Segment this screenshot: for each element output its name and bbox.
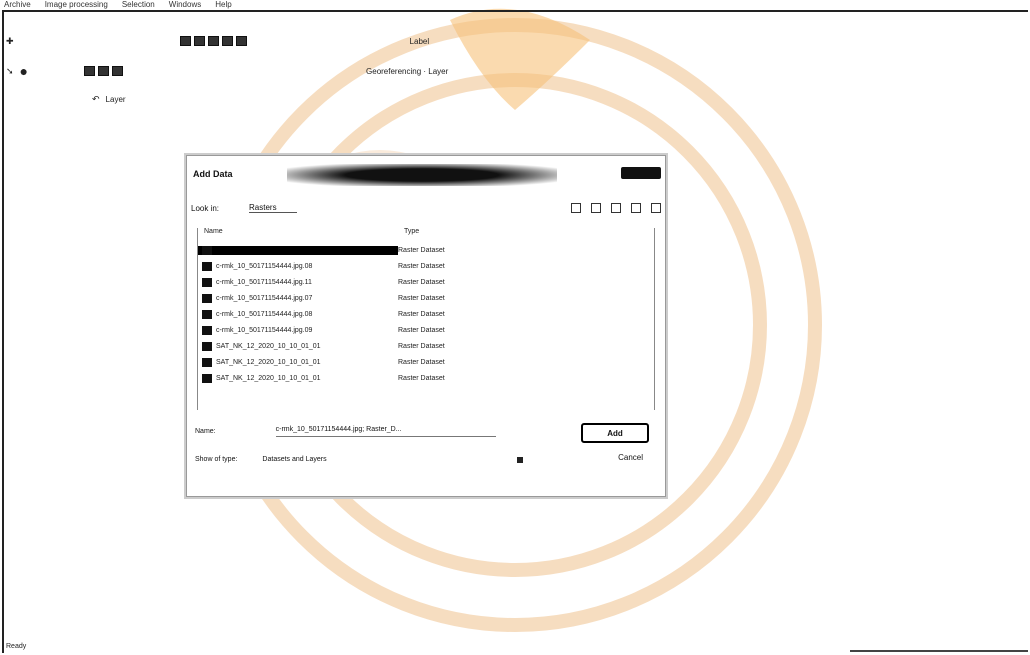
file-name-cell: c-rmk_10_50171154444.jpg.09 — [198, 325, 398, 335]
file-type: Raster Dataset — [398, 310, 445, 318]
file-name-cell: SAT_NK_12_2020_10_10_01_01 — [198, 357, 398, 367]
raster-icon — [202, 293, 212, 303]
name-label: Name: — [195, 428, 216, 435]
toolbar-row-3: ↶ Layer — [92, 90, 126, 108]
raster-icon — [202, 325, 212, 335]
toolbar-label-1: Label — [409, 36, 430, 46]
file-name: c-rmk_10_50171154444.jpg.07 — [216, 294, 313, 302]
home-icon[interactable] — [591, 203, 601, 213]
dialog-title: Add Data — [193, 169, 233, 179]
raster-icon — [202, 357, 212, 367]
look-in-dropdown[interactable]: Rasters — [249, 203, 297, 213]
file-name: SAT_NK_12_2020_10_10_01_01 — [216, 374, 321, 382]
file-type: Raster Dataset — [398, 294, 445, 302]
list-view-icon[interactable] — [611, 203, 621, 213]
menu-help[interactable]: Help — [215, 0, 231, 11]
toolbar-label-3: Layer — [105, 94, 126, 104]
tool-icon[interactable] — [98, 66, 110, 76]
nav-icons — [571, 203, 661, 213]
file-type: Raster Dataset — [398, 278, 445, 286]
toolbar-label-2: Georeferencing · Layer — [366, 66, 449, 76]
show-type-label: Show of type: — [195, 456, 238, 463]
file-name: c-rmk_10_50171154444.jpg.09 — [216, 326, 313, 334]
up-folder-icon[interactable] — [571, 203, 581, 213]
file-list: Name Type Raster Dataset c-rmk_10_5017115… — [197, 228, 655, 410]
file-type: Raster Dataset — [398, 326, 445, 334]
file-name: SAT_NK_12_2020_10_10_01_01 — [216, 358, 321, 366]
menu-archive[interactable]: Archive — [4, 0, 31, 11]
menu-windows[interactable]: Windows — [169, 0, 201, 11]
look-in-label: Look in: — [191, 203, 220, 213]
toolbar-row-1: ✚ Label — [6, 32, 429, 50]
file-type: Raster Dataset — [398, 342, 445, 350]
file-name-cell: c-rmk_10_50171154444.jpg.07 — [198, 293, 398, 303]
file-name-cell: SAT_NK_12_2020_10_10_01_01 — [198, 373, 398, 383]
list-item[interactable]: c-rmk_10_50171154444.jpg.11 Raster Datase… — [198, 274, 654, 290]
name-field[interactable]: c-rmk_10_50171154444.jpg; Raster_D... — [275, 426, 496, 437]
menu-image-processing[interactable]: Image processing — [45, 0, 108, 11]
list-item[interactable]: SAT_NK_12_2020_10_10_01_01 Raster Dataset — [198, 370, 654, 386]
list-header: Name Type — [198, 228, 654, 242]
toolbar-row-2: ➘ ● Georeferencing · Layer — [6, 62, 448, 80]
raster-icon — [202, 309, 212, 319]
list-item[interactable]: c-rmk_10_50171154444.jpg.07 Raster Datase… — [198, 290, 654, 306]
close-button[interactable] — [621, 167, 661, 179]
add-data-dialog: Add Data Look in: Rasters Name Type Rast… — [186, 155, 666, 497]
file-type: Raster Dataset — [398, 262, 445, 270]
list-item[interactable]: c-rmk_10_50171154444.jpg.09 Raster Datase… — [198, 322, 654, 338]
file-name: c-rmk_10_50171154444.jpg.08 — [216, 262, 313, 270]
show-type-dropdown[interactable]: Datasets and Layers — [262, 456, 462, 463]
tool-icon[interactable] — [179, 36, 191, 46]
file-name-cell: c-rmk_10_50171154444.jpg.08 — [198, 309, 398, 319]
tool-icon[interactable] — [207, 36, 219, 46]
arrow-icon[interactable]: ➘ — [6, 66, 14, 77]
list-scrollbar[interactable] — [657, 231, 661, 411]
show-type-row: Show of type: Datasets and Layers — [195, 456, 655, 463]
file-type: Raster Dataset — [398, 358, 445, 366]
look-in-row: Look in: Rasters — [191, 201, 661, 215]
file-name-cell — [198, 245, 398, 255]
file-name-cell: c-rmk_10_50171154444.jpg.08 — [198, 261, 398, 271]
catalog-icon[interactable] — [631, 203, 641, 213]
tool-icon[interactable] — [84, 66, 96, 76]
new-folder-icon[interactable] — [651, 203, 661, 213]
horizontal-scrollbar[interactable] — [850, 650, 1028, 652]
menu-selection[interactable]: Selection — [122, 0, 155, 11]
raster-icon — [202, 277, 212, 287]
column-type[interactable]: Type — [404, 228, 504, 242]
column-name[interactable]: Name — [198, 228, 404, 242]
file-name: SAT_NK_12_2020_10_10_01_01 — [216, 342, 321, 350]
chevron-down-icon[interactable] — [517, 456, 524, 463]
file-type: Raster Dataset — [398, 246, 445, 254]
tool-icon[interactable] — [235, 36, 247, 46]
tool-icon[interactable] — [221, 36, 233, 46]
record-icon[interactable]: ● — [20, 63, 28, 79]
add-button[interactable]: Add — [581, 423, 649, 443]
undo-icon[interactable]: ↶ — [92, 94, 100, 105]
tool-icon[interactable] — [112, 66, 124, 76]
list-item[interactable]: c-rmk_10_50171154444.jpg.08 Raster Datase… — [198, 258, 654, 274]
raster-icon — [202, 261, 212, 271]
menu-bar: Archive Image processing Selection Windo… — [4, 0, 232, 11]
list-item[interactable]: c-rmk_10_50171154444.jpg.08 Raster Datase… — [198, 306, 654, 322]
cancel-button[interactable]: Cancel — [618, 453, 643, 462]
dialog-titlebar-shadow — [287, 164, 557, 186]
list-item[interactable]: Raster Dataset — [198, 242, 654, 258]
add-icon[interactable]: ✚ — [6, 36, 14, 47]
file-type: Raster Dataset — [398, 374, 445, 382]
raster-icon — [202, 373, 212, 383]
file-name-cell: SAT_NK_12_2020_10_10_01_01 — [198, 341, 398, 351]
list-item[interactable]: SAT_NK_12_2020_10_10_01_01 Raster Dataset — [198, 338, 654, 354]
tool-icon[interactable] — [193, 36, 205, 46]
list-item[interactable]: SAT_NK_12_2020_10_10_01_01 Raster Dataset — [198, 354, 654, 370]
file-name-cell: c-rmk_10_50171154444.jpg.11 — [198, 277, 398, 287]
status-bar: Ready — [6, 643, 27, 650]
file-name: c-rmk_10_50171154444.jpg.11 — [216, 278, 312, 286]
file-name: c-rmk_10_50171154444.jpg.08 — [216, 310, 313, 318]
raster-icon — [202, 341, 212, 351]
raster-icon — [202, 245, 212, 255]
